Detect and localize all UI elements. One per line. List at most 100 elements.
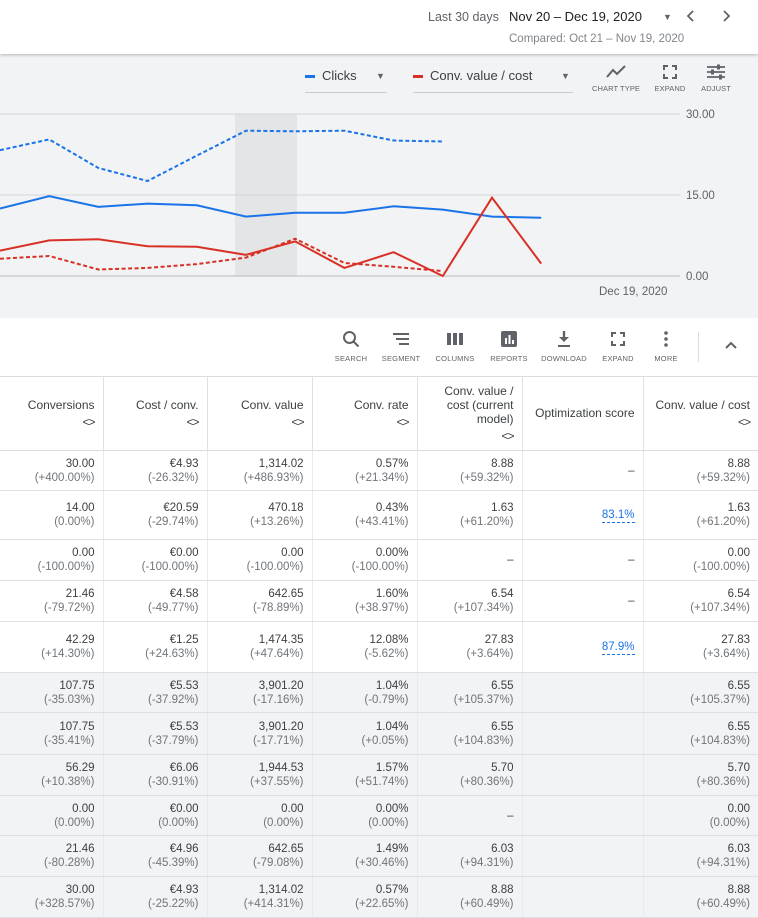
header-label: Conv. value / cost (current model) [444,383,514,426]
column-header-conv-value-cost-current-model[interactable]: Conv. value / cost (current model) <> [417,376,523,451]
sort-icon[interactable]: <> [8,415,95,429]
sort-icon[interactable]: <> [652,415,751,429]
cell-change: (+105.37%) [690,693,750,706]
column-header-conv-value-cost[interactable]: Conv. value / cost <> [643,376,758,451]
cell-value: 27.83 [484,634,514,646]
column-header-conv-value[interactable]: Conv. value <> [207,376,313,451]
table-toolbar: SEARCH SEGMENT COLUMNS REPORTS DOWNLOAD … [0,318,758,377]
cell-value: 21.46 [65,588,95,600]
table-cell: 8.88 (+59.32%) [417,450,523,491]
performance-table: Conversions <> Cost / conv. <> Conv. value… [0,376,758,918]
previous-period-icon[interactable] [683,6,699,26]
reports-button[interactable]: REPORTS [488,330,530,363]
table-cell: €0.00 (0.00%) [103,795,208,836]
cell-change: (+60.49%) [460,898,514,910]
cell-value: 8.88 [491,884,514,896]
cell-value: 0.00 [72,802,95,815]
cell-value: 0.00 [727,547,750,559]
cell-value: 642.65 [268,843,304,855]
header-label: Conv. value [241,397,304,412]
download-label: DOWNLOAD [541,354,587,363]
table-expand-label: EXPAND [602,354,634,363]
search-button[interactable]: SEARCH [331,330,371,363]
table-cell: €4.93 (-25.22%) [103,876,208,918]
cell-change: (-100.00%) [351,561,409,573]
column-header-cost-per-conv[interactable]: Cost / conv. <> [103,376,208,451]
date-range-value[interactable]: Nov 20 – Dec 19, 2020 [509,9,642,24]
cell-change: (-0.79%) [364,693,409,706]
table-cell: – [417,539,523,581]
optimization-score-link[interactable]: 83.1% [601,509,635,523]
table-cell: 0.43% (+43.41%) [312,490,418,540]
cell-change: (-37.79%) [148,734,199,747]
table-cell: 0.00 (-100.00%) [643,539,758,581]
header-label: Conversions [27,397,95,412]
cell-value: 6.55 [491,720,514,733]
table-cell: 0.00 (0.00%) [643,795,758,836]
table-cell: 27.83 (+3.64%) [417,621,523,673]
cell-value: 8.88 [491,457,514,470]
cell-change: (-25.22%) [148,898,199,910]
table-cell: 5.70 (+80.36%) [417,754,523,796]
cell-value: – [507,809,514,822]
cell-change: (+80.36%) [696,776,750,788]
cell-value: 0.00 [72,547,95,559]
table-cell: €4.58 (-49.77%) [103,580,208,622]
chevron-up-icon[interactable] [723,338,739,354]
table-row: 107.75 (-35.03%) €5.53 (-37.92%) 3,901.20 (-1… [0,672,758,713]
cell-value: 14.00 [65,502,95,514]
sort-icon[interactable]: <> [321,415,409,429]
next-period-icon[interactable] [718,6,734,26]
column-header-conv-rate[interactable]: Conv. rate <> [312,376,418,451]
cell-value: €4.58 [169,588,199,600]
table-row: 21.46 (-80.28%) €4.96 (-45.39%) 642.65 (-79.0… [0,835,758,877]
table-cell: 6.55 (+105.37%) [417,672,523,713]
cell-change: (-35.41%) [44,734,95,747]
cell-change: (+107.34%) [453,602,514,614]
cell-change: (-37.92%) [148,693,199,706]
cell-value: 1.63 [727,502,750,514]
optimization-score-link[interactable]: 87.9% [601,641,635,655]
download-icon [558,331,570,347]
table-cell: 6.54 (+107.34%) [643,580,758,622]
table-cell: 8.88 (+60.49%) [417,876,523,918]
y-tick-label: 30.00 [686,109,715,121]
table-cell: 42.29 (+14.30%) [0,621,104,673]
columns-button[interactable]: COLUMNS [434,330,476,363]
table-cell: 83.1% [522,490,644,540]
cell-change: (-79.08%) [253,857,304,869]
cell-value: 42.29 [65,634,95,646]
cell-value: 1.04% [375,679,409,692]
sort-icon[interactable]: <> [216,415,304,429]
cell-change: (+61.20%) [696,516,750,528]
cell-value: €4.93 [169,457,199,470]
segment-button[interactable]: SEGMENT [381,330,421,363]
column-header-conversions[interactable]: Conversions <> [0,376,104,451]
table-cell: 6.03 (+94.31%) [417,835,523,877]
cell-value: 6.03 [727,843,750,855]
cell-value: 1.49% [375,843,409,855]
column-header-optimization-score[interactable]: Optimization score [522,376,644,451]
table-cell: 1,314.02 (+486.93%) [207,450,313,491]
table-cell: 642.65 (-79.08%) [207,835,313,877]
segment-icon [393,333,409,345]
more-button[interactable]: MORE [648,330,684,363]
header-label: Cost / conv. [136,397,199,412]
cell-value: €6.06 [169,762,199,774]
cell-value: 6.55 [727,720,750,733]
table-cell: 1.04% (-0.79%) [312,672,418,713]
cell-value: 1.63 [491,502,514,514]
cell-value: 30.00 [65,457,95,470]
sort-icon[interactable]: <> [112,415,199,429]
table-expand-button[interactable]: EXPAND [599,330,637,363]
toolbar-divider [698,332,699,362]
cell-value: €5.53 [169,679,199,692]
cell-change: (+59.32%) [460,471,514,484]
cell-value: 0.00% [375,547,409,559]
table-cell: 1,314.02 (+414.31%) [207,876,313,918]
sort-icon[interactable]: <> [426,429,514,443]
download-button[interactable]: DOWNLOAD [541,330,587,363]
cell-change: (-79.72%) [44,602,95,614]
series-line-3 [0,237,443,273]
date-range-dropdown-icon[interactable]: ▼ [663,12,672,22]
